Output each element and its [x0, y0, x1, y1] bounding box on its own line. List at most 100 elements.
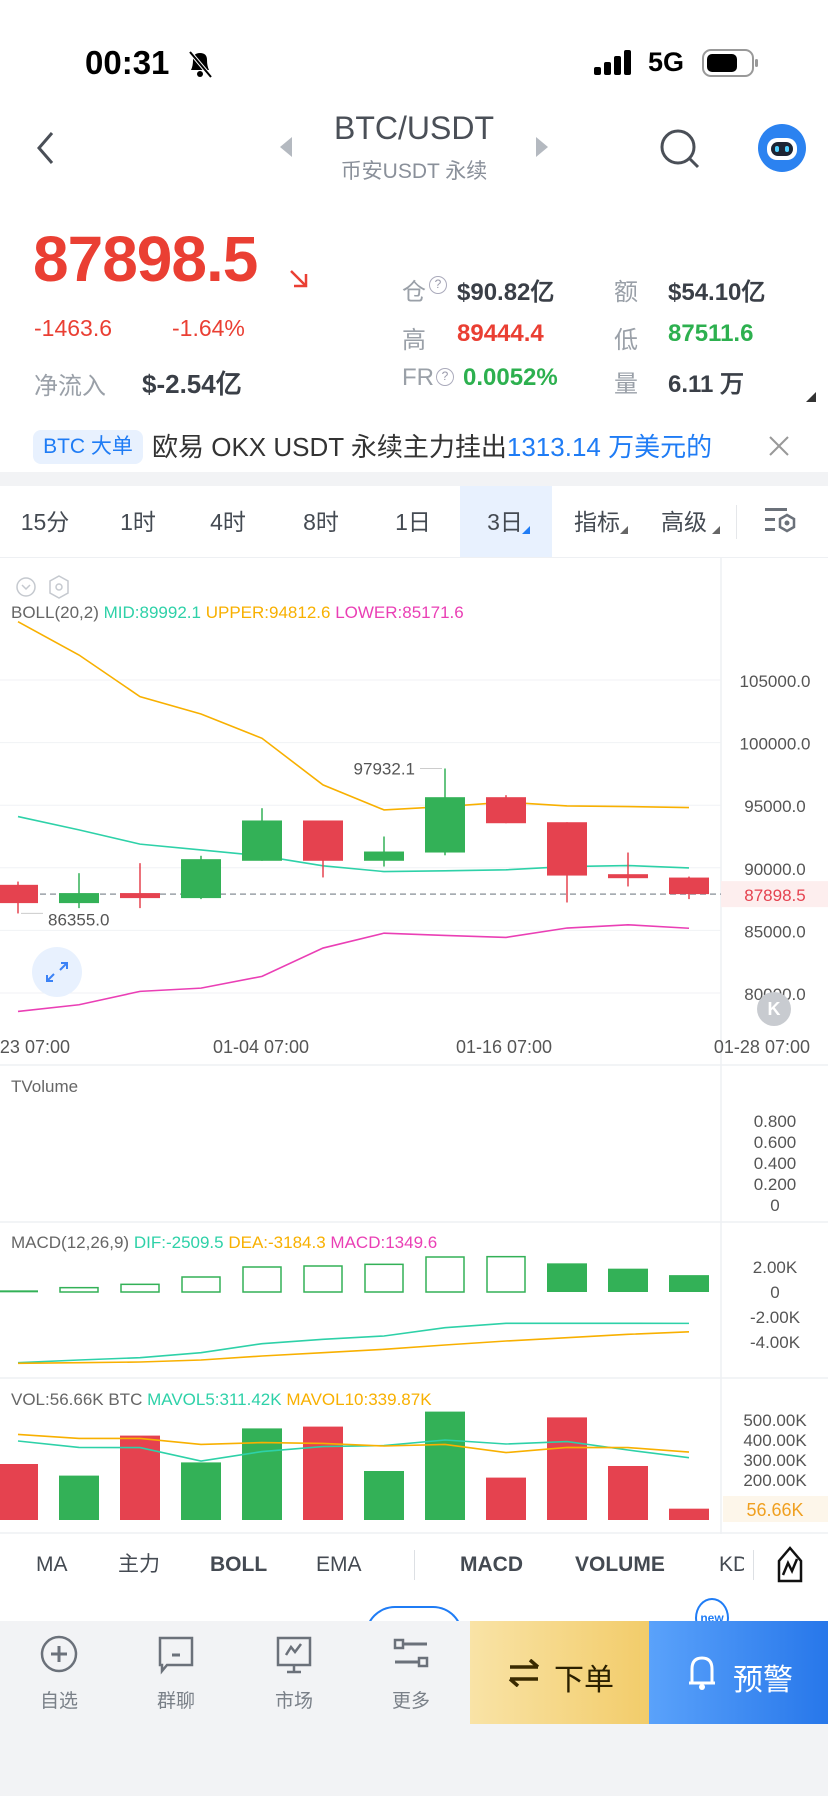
tab-1h[interactable]: 1时 — [103, 486, 173, 558]
down-arrow-icon — [290, 270, 308, 288]
search-icon[interactable] — [658, 127, 702, 171]
boll-mid: MID:89992.1 — [103, 603, 201, 622]
tab-advanced[interactable]: 高级 — [654, 486, 714, 558]
candle — [120, 893, 160, 899]
macd-bar — [59, 1286, 99, 1293]
volume-axis-label: 500.00K — [743, 1411, 807, 1430]
tvolume-axis-label: 0.200 — [754, 1175, 797, 1194]
indicator-main-force[interactable]: 主力 — [118, 1534, 160, 1595]
price-change-pct: -1.64% — [172, 315, 245, 341]
boll-upper: UPPER:94812.6 — [205, 603, 331, 622]
tab-4h[interactable]: 4时 — [193, 486, 263, 558]
settings-hex-icon[interactable] — [48, 574, 70, 600]
boll-lower-line — [17, 923, 690, 1013]
candle — [242, 820, 282, 861]
drawing-tool-icon[interactable] — [776, 1545, 804, 1585]
tab-3d[interactable]: 3日 — [470, 486, 540, 558]
macd-name: MACD(12,26,9) — [11, 1233, 130, 1252]
max-price-label: 97932.1 — [354, 759, 415, 778]
ticker-amount: 1313.14 万美元的 — [506, 432, 713, 462]
macd-bar — [547, 1263, 587, 1292]
chat-icon — [158, 1636, 194, 1675]
tab-15m[interactable]: 15分 — [10, 486, 80, 558]
network-label: 5G — [648, 47, 685, 77]
place-order-button[interactable]: 下单 — [470, 1621, 649, 1724]
macd-axis-label: 0 — [770, 1283, 779, 1302]
macd-legend: MACD(12,26,9) DIF:-2509.5 DEA:-3184.3 MA… — [11, 1233, 437, 1253]
tab-1d[interactable]: 1日 — [378, 486, 448, 558]
volume-bar — [486, 1477, 526, 1520]
macd-dea: DEA:-3184.3 — [228, 1233, 326, 1252]
volume-bar — [425, 1411, 465, 1520]
volume-bar — [0, 1464, 38, 1520]
current-price-label: 87898.5 — [744, 886, 805, 905]
stat-value-low: 87511.6 — [668, 320, 754, 347]
price-alert-label: 预警 — [733, 1664, 793, 1697]
current-volume-label: 56.66K — [746, 1500, 803, 1520]
tvolume-axis-label: 0 — [770, 1196, 779, 1215]
ticker-text[interactable]: 欧易 OKX USDT 永续主力挂出1313.14 万美元的 — [152, 432, 748, 462]
swap-icon — [508, 1659, 540, 1687]
chart-settings-icon[interactable] — [765, 506, 797, 536]
kline-chart[interactable]: 105000.0100000.095000.090000.085000.0800… — [0, 558, 828, 1534]
close-icon[interactable] — [768, 435, 790, 457]
ticker-message: 欧易 OKX USDT 永续主力挂出 — [152, 432, 507, 462]
indicator-boll[interactable]: BOLL — [210, 1534, 267, 1595]
macd-bar — [425, 1256, 465, 1293]
divider — [414, 1550, 415, 1580]
indicator-ema[interactable]: EMA — [316, 1534, 362, 1595]
market-monitor-icon — [276, 1636, 312, 1674]
boll-lower: LOWER:85171.6 — [335, 603, 464, 622]
candle — [0, 884, 38, 904]
indicator-macd[interactable]: MACD — [460, 1534, 523, 1595]
help-icon[interactable]: ? — [429, 276, 447, 294]
macd-bar — [120, 1283, 160, 1293]
signal-icon — [594, 50, 631, 75]
candle — [425, 797, 465, 853]
indicator-ma[interactable]: MA — [36, 1534, 68, 1595]
mute-bell-icon — [188, 50, 213, 79]
indicator-volume[interactable]: VOLUME — [575, 1534, 665, 1595]
macd-bar — [669, 1275, 709, 1292]
pair-title[interactable]: BTC/USDT — [0, 110, 828, 147]
macd-bar — [486, 1255, 526, 1293]
stat-value-fr: 0.0052% — [463, 364, 558, 391]
nav-label: 更多 — [391, 1691, 430, 1712]
stat-value-high: 89444.4 — [457, 320, 544, 347]
candle — [181, 859, 221, 899]
ticker-tag[interactable]: BTC 大单 — [33, 430, 143, 464]
macd-axis-label: -2.00K — [750, 1308, 801, 1327]
sliders-icon — [393, 1638, 429, 1668]
macd-dif: DIF:-2509.5 — [133, 1233, 224, 1252]
macd-bar — [0, 1290, 38, 1293]
help-icon[interactable]: ? — [436, 368, 454, 386]
net-inflow-label: 净流入 — [34, 373, 106, 400]
price-axis-label: 85000.0 — [744, 922, 805, 941]
candle — [486, 797, 526, 824]
collapse-legend-icon[interactable] — [15, 576, 37, 598]
time-axis-label: 01-16 07:00 — [456, 1037, 552, 1057]
tab-8h[interactable]: 8时 — [286, 486, 356, 558]
stat-value-oi: $90.82亿 — [457, 279, 555, 306]
expand-stats-icon[interactable] — [806, 392, 816, 402]
assistant-avatar[interactable] — [758, 124, 806, 172]
place-order-label: 下单 — [554, 1664, 614, 1697]
price-alert-button[interactable]: 预警 — [649, 1621, 828, 1724]
net-inflow-value: $-2.54亿 — [142, 369, 242, 399]
volume-bar — [364, 1471, 404, 1520]
stat-value-volume: 6.11 万 — [668, 371, 745, 398]
stat-label-fr: FR — [402, 364, 434, 391]
time-axis-label: 01-04 07:00 — [213, 1037, 309, 1057]
stat-label-amount: 额 — [614, 279, 638, 306]
next-pair-icon[interactable] — [534, 137, 548, 157]
battery-icon — [702, 49, 758, 77]
indicator-kd[interactable]: KD — [719, 1534, 744, 1595]
tvolume-axis-label: 0.400 — [754, 1154, 797, 1173]
fullscreen-button[interactable] — [32, 947, 82, 997]
macd-value: MACD:1349.6 — [330, 1233, 438, 1252]
macd-bar — [242, 1266, 282, 1293]
macd-axis-label: 2.00K — [753, 1258, 798, 1277]
tab-indicators[interactable]: 指标 — [562, 486, 632, 558]
scroll-latest-button[interactable]: K — [757, 992, 791, 1026]
volume-axis-label: 300.00K — [743, 1451, 807, 1470]
